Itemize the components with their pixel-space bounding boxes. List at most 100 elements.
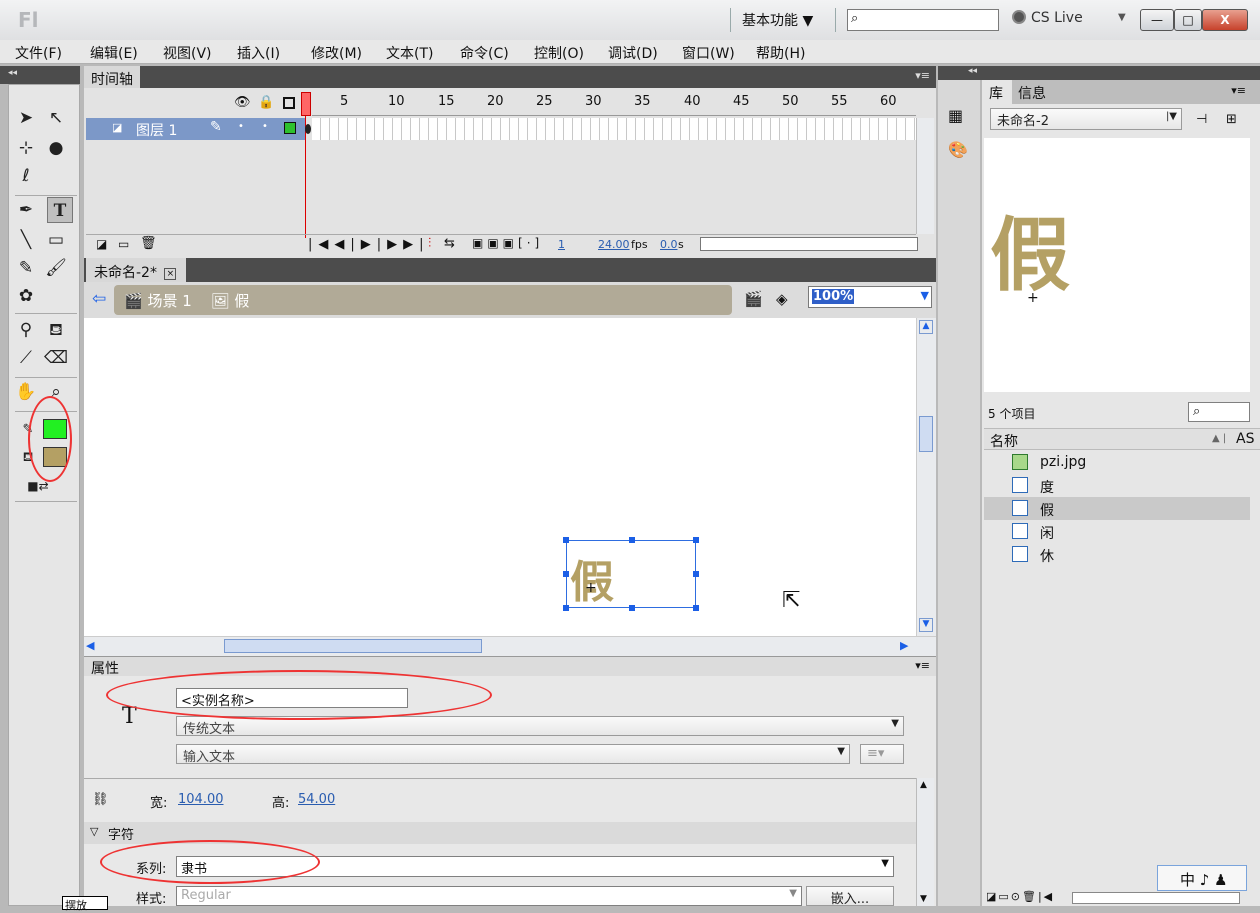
library-footer-buttons[interactable]: ◪▭⊙🗑|◀ — [986, 890, 1054, 903]
column-name[interactable]: 名称 — [990, 431, 1018, 451]
chevron-down-icon[interactable]: ▼ — [881, 858, 889, 869]
library-header-row[interactable]: 名称 ▲ | AS — [984, 428, 1260, 450]
tab-library[interactable]: 库 — [982, 80, 1012, 104]
scroll-left-icon[interactable]: ◀ — [86, 639, 94, 652]
close-tab-icon[interactable]: × — [164, 268, 177, 280]
back-arrow-icon[interactable]: ⇦ — [92, 289, 106, 309]
library-document-select[interactable]: 未命名-2 |▼ — [990, 108, 1182, 130]
scroll-up-icon[interactable]: ▲ — [919, 320, 933, 334]
stage-vscrollbar[interactable]: ▲ ▼ — [916, 318, 936, 636]
align-panel-icon[interactable]: ▦ — [948, 106, 963, 125]
outline-color-square[interactable] — [284, 122, 296, 134]
pin-icon[interactable]: ⊣ — [1196, 112, 1207, 127]
loop-icon[interactable]: ⇆ — [444, 236, 455, 251]
resize-handle[interactable] — [693, 605, 699, 611]
cs-live-button[interactable]: CS Live — [1012, 10, 1083, 26]
minimize-button[interactable]: — — [1140, 9, 1174, 31]
resize-handle[interactable] — [629, 605, 635, 611]
eye-icon[interactable]: 👁 — [234, 95, 251, 110]
height-value[interactable]: 54.00 — [298, 792, 335, 807]
subselection-tool-icon[interactable]: ↖ — [43, 105, 69, 131]
playback-controls[interactable]: |◀◀|▶|▶▶| — [308, 237, 430, 252]
text-type-select[interactable]: 输入文本 ▼ — [176, 744, 850, 765]
help-search-input[interactable]: ⌕ — [847, 9, 999, 31]
sort-icon[interactable]: ▲ | — [1212, 433, 1226, 444]
current-frame[interactable]: 1 — [558, 238, 565, 251]
menu-file[interactable]: 文件(F) — [15, 43, 62, 63]
library-item[interactable]: 休 — [984, 543, 1250, 566]
panel-menu-icon[interactable]: ▾≡ — [915, 659, 930, 672]
properties-scrollbar[interactable]: ▲ ▼ — [916, 778, 934, 906]
scrollbar-thumb[interactable] — [224, 639, 482, 653]
selection-tool-icon[interactable]: ➤ — [13, 105, 39, 131]
collapse-icon[interactable]: ◂◂ — [968, 66, 977, 76]
rectangle-tool-icon[interactable]: ▭ — [43, 227, 69, 253]
library-hscrollbar[interactable] — [1072, 892, 1240, 904]
scroll-down-icon[interactable]: ▼ — [920, 894, 927, 904]
embed-button[interactable]: 嵌入... — [806, 886, 894, 907]
eyedropper-tool-icon[interactable]: ⟋ — [13, 345, 39, 371]
lasso-tool-icon[interactable]: ℓ — [13, 163, 39, 189]
frames-area[interactable] — [312, 118, 916, 140]
timeline-hscrollbar[interactable] — [700, 237, 918, 251]
width-value[interactable]: 104.00 — [178, 792, 224, 807]
text-tool-icon[interactable]: T — [47, 197, 73, 223]
lock-dot[interactable]: • — [262, 121, 268, 132]
eraser-tool-icon[interactable]: ⌫ — [43, 345, 69, 371]
pencil-tool-icon[interactable]: ✎ — [13, 255, 39, 281]
bone-tool-icon[interactable]: ⚲ — [13, 317, 39, 343]
menu-insert[interactable]: 插入(I) — [237, 43, 280, 63]
collapse-icon[interactable]: ◂◂ — [8, 68, 17, 78]
fps-value[interactable]: 24.00 — [598, 238, 630, 251]
menu-modify[interactable]: 修改(M) — [311, 43, 362, 63]
panel-menu-icon[interactable]: ▾≡ — [1231, 84, 1246, 97]
link-icon[interactable]: ⛓ — [92, 792, 109, 807]
visible-dot[interactable]: • — [238, 121, 244, 132]
panel-menu-icon[interactable]: ▾≡ — [915, 69, 930, 82]
new-layer-icon[interactable]: ◪ — [96, 237, 107, 251]
stage-text[interactable]: 假 — [570, 546, 614, 610]
scrollbar-thumb[interactable] — [919, 416, 933, 452]
deco-tool-icon[interactable]: ✿ — [13, 283, 39, 309]
menu-view[interactable]: 视图(V) — [163, 43, 212, 63]
resize-handle[interactable] — [563, 571, 569, 577]
breadcrumb-scene[interactable]: 场景 1 — [147, 292, 191, 310]
library-item[interactable]: pzi.jpg — [984, 451, 1250, 474]
delete-layer-icon[interactable]: 🗑 — [140, 236, 157, 251]
menu-commands[interactable]: 命令(C) — [460, 43, 509, 63]
onion-buttons[interactable]: ▣▣▣[·] — [472, 236, 543, 250]
free-transform-tool-icon[interactable]: ⊹ — [13, 135, 39, 161]
scroll-down-icon[interactable]: ▼ — [919, 618, 933, 632]
workspace-switcher[interactable]: 基本功能 ▼ — [742, 10, 813, 30]
time-value[interactable]: 0.0 — [660, 238, 678, 251]
chevron-down-icon[interactable]: ▼ — [1118, 12, 1126, 23]
color-panel-icon[interactable]: 🎨 — [948, 140, 968, 159]
edit-scene-icon[interactable]: 🎬 — [744, 290, 763, 308]
brush-tool-icon[interactable]: 🖌 — [43, 255, 69, 281]
line-tool-icon[interactable]: ╲ — [13, 227, 39, 253]
breadcrumb-symbol[interactable]: 假 — [234, 292, 249, 310]
new-folder-icon[interactable]: ▭ — [118, 237, 129, 251]
onion-skin-icon[interactable]: ⫶ — [428, 236, 431, 251]
outline-icon[interactable] — [283, 97, 295, 109]
resize-handle[interactable] — [693, 537, 699, 543]
pen-tool-icon[interactable]: ✒ — [13, 197, 39, 223]
maximize-button[interactable]: □ — [1174, 9, 1202, 31]
timeline-scrollbar[interactable] — [916, 118, 934, 234]
scroll-up-icon[interactable]: ▲ — [920, 780, 927, 790]
close-button[interactable]: X — [1202, 9, 1248, 31]
menu-debug[interactable]: 调试(D) — [608, 43, 658, 63]
menu-edit[interactable]: 编辑(E) — [90, 43, 138, 63]
resize-handle[interactable] — [693, 571, 699, 577]
layer-row[interactable]: ◪ 图层 1 ✎ • • — [86, 118, 306, 140]
playhead[interactable] — [301, 92, 311, 116]
menu-help[interactable]: 帮助(H) — [756, 43, 805, 63]
resize-handle[interactable] — [563, 537, 569, 543]
resize-handle[interactable] — [563, 605, 569, 611]
tab-document[interactable]: 未命名-2* × — [86, 258, 186, 282]
library-search-input[interactable]: ⌕ — [1188, 402, 1250, 422]
column-as[interactable]: AS — [1236, 431, 1254, 447]
tab-properties[interactable]: 属性 — [91, 658, 119, 678]
menu-control[interactable]: 控制(O) — [534, 43, 584, 63]
stage-hscrollbar[interactable]: ◀ ▶ — [84, 636, 936, 656]
